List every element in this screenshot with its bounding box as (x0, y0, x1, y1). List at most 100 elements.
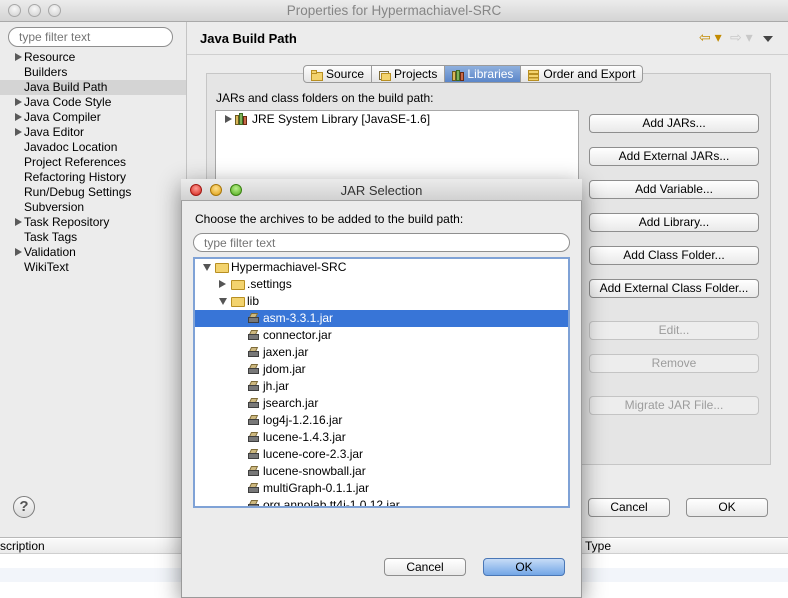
expand-arrow-icon[interactable] (219, 280, 226, 288)
jar-file-label: lucene-snowball.jar (263, 464, 366, 478)
ok-button[interactable]: OK (686, 498, 768, 517)
jar-file-icon (247, 415, 260, 426)
collapse-arrow-icon[interactable] (203, 264, 211, 271)
sidebar-item-label: WikiText (24, 260, 69, 274)
column-header-type[interactable]: Type (585, 539, 611, 553)
view-menu-icon[interactable] (763, 36, 773, 42)
add-library-button[interactable]: Add Library... (589, 213, 759, 232)
add-external-jars-button[interactable]: Add External JARs... (589, 147, 759, 166)
expand-arrow-icon[interactable] (15, 53, 22, 61)
tree-row[interactable]: jh.jar (195, 378, 568, 395)
back-arrow-icon[interactable]: ⇦ ▾ (699, 29, 722, 46)
jar-file-icon (247, 432, 260, 443)
jar-file-icon (247, 330, 260, 341)
folder-label: .settings (247, 277, 292, 291)
jar-file-label: jdom.jar (263, 362, 306, 376)
folder-icon (231, 280, 245, 290)
sidebar-item-label: Java Editor (24, 125, 85, 139)
forward-arrow-icon[interactable]: ⇨ ▾ (730, 29, 753, 46)
order-export-icon (528, 69, 540, 81)
jar-file-label: multiGraph-0.1.1.jar (263, 481, 370, 495)
tree-row[interactable]: Hypermachiavel-SRC (195, 259, 568, 276)
sidebar-item[interactable]: Task Tags (0, 230, 186, 245)
dialog-message: Choose the archives to be added to the b… (195, 212, 464, 226)
tab-order-export[interactable]: Order and Export (521, 65, 644, 83)
sidebar-item-label: Project References (24, 155, 127, 169)
folder-label: lib (247, 294, 260, 308)
jar-file-icon (247, 313, 260, 324)
sidebar-item[interactable]: Javadoc Location (0, 140, 186, 155)
tab-source[interactable]: Source (303, 65, 373, 83)
tree-row[interactable]: jaxen.jar (195, 344, 568, 361)
jar-filter-input[interactable] (193, 233, 570, 252)
jar-file-icon (247, 364, 260, 375)
jar-tree[interactable]: Hypermachiavel-SRC .settings lib asm-3.3.1.… (193, 257, 570, 508)
sidebar-item-label: Validation (24, 245, 76, 259)
sidebar-item[interactable]: Java Editor (0, 125, 186, 140)
sidebar-item-label: Builders (24, 65, 68, 79)
jre-library-entry[interactable]: JRE System Library [JavaSE-1.6] (252, 112, 430, 126)
jar-file-label: jsearch.jar (263, 396, 319, 410)
collapse-arrow-icon[interactable] (219, 298, 227, 305)
sidebar-item-label: Subversion (24, 200, 85, 214)
sidebar-item[interactable]: Task Repository (0, 215, 186, 230)
tree-row[interactable]: asm-3.3.1.jar (195, 310, 568, 327)
add-external-class-folder-button[interactable]: Add External Class Folder... (589, 279, 759, 298)
jar-file-label: org.annolab.tt4j-1.0.12.jar (263, 498, 400, 508)
tree-row[interactable]: multiGraph-0.1.1.jar (195, 480, 568, 497)
add-jars-button[interactable]: Add JARs... (589, 114, 759, 133)
expand-arrow-icon[interactable] (15, 113, 22, 121)
tree-row[interactable]: jdom.jar (195, 361, 568, 378)
tree-row[interactable]: org.annolab.tt4j-1.0.12.jar (195, 497, 568, 508)
help-icon[interactable]: ? (13, 496, 35, 518)
remove-button[interactable]: Remove (589, 354, 759, 373)
cancel-button[interactable]: Cancel (588, 498, 670, 517)
sidebar-item[interactable]: Java Compiler (0, 110, 186, 125)
tree-row[interactable]: lucene-1.4.3.jar (195, 429, 568, 446)
expand-arrow-icon[interactable] (15, 128, 22, 136)
sidebar-item[interactable]: Validation (0, 245, 186, 260)
jar-file-icon (247, 347, 260, 358)
sidebar-item[interactable]: Java Code Style (0, 95, 186, 110)
sidebar-item[interactable]: Java Build Path (0, 80, 186, 95)
tree-row[interactable]: lib (195, 293, 568, 310)
filter-input[interactable] (8, 27, 173, 47)
tree-row[interactable]: jsearch.jar (195, 395, 568, 412)
migrate-jar-button[interactable]: Migrate JAR File... (589, 396, 759, 415)
tree-row[interactable]: lucene-snowball.jar (195, 463, 568, 480)
sidebar-item[interactable]: Builders (0, 65, 186, 80)
project-folder-icon (215, 263, 229, 273)
jar-file-label: log4j-1.2.16.jar (263, 413, 343, 427)
sidebar-item-label: Java Code Style (24, 95, 112, 109)
tree-row[interactable]: lucene-core-2.3.jar (195, 446, 568, 463)
expand-arrow-icon[interactable] (15, 98, 22, 106)
jar-file-icon (247, 381, 260, 392)
dialog-cancel-button[interactable]: Cancel (384, 558, 466, 576)
jar-file-icon (247, 398, 260, 409)
tree-row[interactable]: .settings (195, 276, 568, 293)
add-variable-button[interactable]: Add Variable... (589, 180, 759, 199)
sidebar-item[interactable]: WikiText (0, 260, 186, 275)
sidebar-item[interactable]: Resource (0, 50, 186, 65)
tab-libraries[interactable]: Libraries (445, 65, 522, 83)
expand-arrow-icon[interactable] (15, 248, 22, 256)
expand-arrow-icon[interactable] (15, 218, 22, 226)
column-header-description[interactable]: scription (0, 539, 45, 553)
sidebar-item[interactable]: Project References (0, 155, 186, 170)
add-class-folder-button[interactable]: Add Class Folder... (589, 246, 759, 265)
window-title: Properties for Hypermachiavel-SRC (286, 3, 502, 18)
tree-row[interactable]: connector.jar (195, 327, 568, 344)
projects-icon (379, 69, 392, 81)
expand-arrow-icon[interactable] (225, 115, 232, 123)
dialog-ok-button[interactable]: OK (483, 558, 565, 576)
sidebar-item[interactable]: Refactoring History (0, 170, 186, 185)
tab-label: Projects (394, 67, 438, 81)
edit-button[interactable]: Edit... (589, 321, 759, 340)
jar-file-label: jh.jar (263, 379, 290, 393)
tree-row[interactable]: log4j-1.2.16.jar (195, 412, 568, 429)
tab-label: Source (326, 67, 365, 81)
sidebar-item[interactable]: Subversion (0, 200, 186, 215)
sidebar-item[interactable]: Run/Debug Settings (0, 185, 186, 200)
jar-file-icon (247, 500, 260, 506)
tab-projects[interactable]: Projects (372, 65, 446, 83)
